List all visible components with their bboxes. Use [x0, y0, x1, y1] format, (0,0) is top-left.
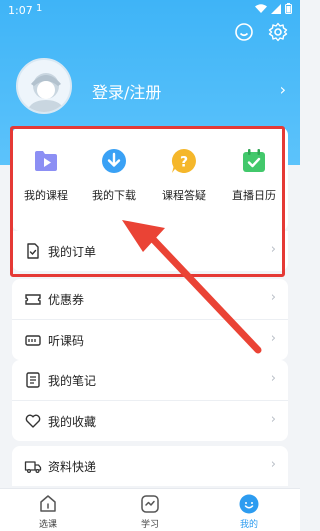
nav-tab-study[interactable]: 学习: [120, 493, 180, 530]
chevron-right-icon: ›: [270, 331, 276, 346]
menu-label: 优惠券: [48, 293, 85, 307]
menu-label: 我的笔记: [48, 374, 97, 388]
truck-icon: [24, 461, 42, 474]
nav-label: 学习: [140, 520, 159, 530]
gear-icon[interactable]: [268, 22, 288, 42]
menu-item-favorites[interactable]: 我的收藏 ›: [12, 401, 288, 441]
menu-item-materials[interactable]: 资料快递 ›: [12, 446, 288, 486]
heart-icon: [25, 414, 41, 428]
status-time: 1:07: [8, 4, 33, 17]
customer-service-icon[interactable]: [234, 22, 254, 42]
avatar[interactable]: [16, 58, 72, 114]
signal-icon: [271, 3, 281, 14]
nav-label: 我的: [239, 520, 258, 530]
chevron-right-icon: ›: [270, 371, 276, 386]
status-icons: [255, 3, 292, 14]
bottom-nav: 选课 学习 我的: [0, 488, 300, 531]
battery-icon: [285, 3, 292, 14]
home-icon: [40, 495, 56, 512]
coupon-icon: [25, 294, 41, 305]
status-bar: 1:07 1: [0, 0, 300, 20]
menu-item-lesson-code[interactable]: 听课码 ›: [12, 320, 288, 360]
sim-indicator: 1: [36, 3, 43, 14]
chevron-right-icon[interactable]: ›: [280, 80, 286, 99]
menu-label: 资料快递: [48, 460, 97, 474]
header-actions: [234, 22, 288, 42]
menu-label: 听课码: [48, 334, 85, 348]
nav-tab-mine[interactable]: 我的: [219, 493, 279, 530]
login-register-link[interactable]: 登录/注册: [92, 79, 161, 103]
nav-label: 选课: [38, 520, 57, 530]
code-icon: [25, 335, 41, 346]
notes-icon: [26, 372, 40, 388]
chevron-right-icon: ›: [270, 412, 276, 427]
menu-item-notes[interactable]: 我的笔记 ›: [12, 360, 288, 400]
chevron-right-icon: ›: [270, 457, 276, 472]
highlight-box: [10, 126, 285, 277]
chevron-right-icon: ›: [270, 290, 276, 305]
menu-label: 我的收藏: [48, 415, 97, 429]
wifi-icon: [255, 3, 267, 13]
study-icon: [141, 495, 159, 513]
menu-item-coupons[interactable]: 优惠券 ›: [12, 279, 288, 319]
nav-tab-courses[interactable]: 选课: [18, 493, 78, 530]
profile-icon: [239, 494, 259, 514]
